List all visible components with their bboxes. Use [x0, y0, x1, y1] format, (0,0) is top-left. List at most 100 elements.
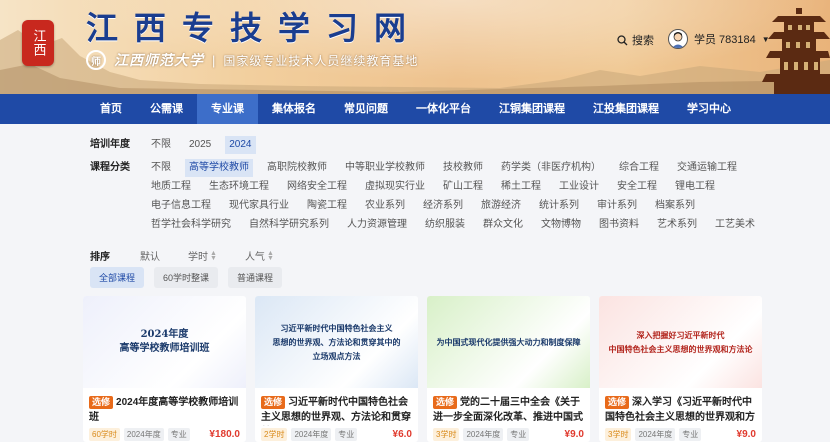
- elective-badge: 选修: [433, 396, 458, 409]
- nav-group-signup[interactable]: 集体报名: [258, 94, 330, 124]
- category-option[interactable]: 矿山工程: [439, 178, 487, 196]
- category-option[interactable]: 工艺美术: [711, 216, 759, 234]
- sort-default-label: 默认: [140, 252, 160, 263]
- user-avatar-icon: [672, 32, 684, 48]
- user-label: 学员 783184: [694, 34, 756, 46]
- year-tag: 2024年度: [463, 428, 504, 441]
- nav-integrated-platform[interactable]: 一体化平台: [402, 94, 485, 124]
- nav-faq[interactable]: 常见问题: [330, 94, 402, 124]
- category-option[interactable]: 锂电工程: [671, 178, 719, 196]
- course-card[interactable]: 为中国式现代化提供强大动力和制度保障 选修 党的二十届三中全会《关于进一步全面深化改…: [427, 296, 590, 442]
- category-option[interactable]: 旅游经济: [477, 197, 525, 215]
- course-card-list: 2024年度 高等学校教师培训班 选修 2024年度高等学校教师培训班 60学时 2024…: [83, 296, 762, 442]
- thumbnail-text: 习近平新时代中国特色社会主义: [280, 323, 393, 333]
- category-option[interactable]: 综合工程: [615, 159, 663, 177]
- chevron-down-icon: ▼: [761, 34, 770, 44]
- sort-arrows-icon: ▲ ▼: [210, 249, 217, 262]
- category-option[interactable]: 审计系列: [593, 197, 641, 215]
- course-price: ¥6.0: [392, 429, 412, 440]
- type-tag: 专业: [335, 428, 358, 441]
- category-option[interactable]: 交通运输工程: [673, 159, 741, 177]
- thumbnail-text: 深入把握好习近平新时代: [636, 330, 725, 340]
- category-filter-label: 课程分类: [90, 162, 130, 173]
- course-title: 选修习近平新时代中国特色社会主义思想的世界观、方法论和贯穿其...: [255, 388, 418, 426]
- university-bar: 师 江西师范大学 | 国家级专业技术人员继续教育基地: [86, 50, 418, 70]
- course-price: ¥180.0: [209, 429, 240, 440]
- sort-popularity[interactable]: 人气 ▲ ▼: [244, 248, 274, 264]
- nav-learning-center[interactable]: 学习中心: [673, 94, 745, 124]
- category-option[interactable]: 人力资源管理: [343, 216, 411, 234]
- category-option[interactable]: 网络安全工程: [283, 178, 351, 196]
- sort-default[interactable]: 默认: [140, 248, 160, 263]
- category-option[interactable]: 稀土工程: [497, 178, 545, 196]
- category-option[interactable]: 药学类（非医疗机构）: [497, 159, 605, 177]
- elective-badge: 选修: [261, 396, 286, 409]
- category-option[interactable]: 统计系列: [535, 197, 583, 215]
- sort-arrows-icon: ▲ ▼: [266, 249, 274, 262]
- sort-hours[interactable]: 学时 ▲ ▼: [188, 248, 217, 264]
- category-option[interactable]: 中等职业学校教师: [341, 159, 429, 177]
- nav-professional-courses[interactable]: 专业课: [197, 94, 258, 124]
- type-tag: 专业: [507, 428, 530, 441]
- category-option[interactable]: 电子信息工程: [147, 197, 215, 215]
- course-meta: 2学时 2024年度 专业 ¥6.0: [255, 426, 418, 442]
- elective-badge: 选修: [89, 396, 114, 409]
- category-option[interactable]: 虚拟现实行业: [361, 178, 429, 196]
- category-option[interactable]: 图书资料: [595, 216, 643, 234]
- hours-tag: 3学时: [433, 428, 460, 441]
- sort-bar: 排序 默认 学时 ▲ ▼ 人气 ▲ ▼: [90, 248, 302, 264]
- thumbnail-text: 立场观点方法: [312, 351, 361, 361]
- category-option[interactable]: 技校教师: [439, 159, 487, 177]
- category-option[interactable]: 艺术系列: [653, 216, 701, 234]
- category-option[interactable]: 安全工程: [613, 178, 661, 196]
- category-option[interactable]: 农业系列: [361, 197, 409, 215]
- nav-home[interactable]: 首页: [86, 94, 136, 124]
- search-link[interactable]: 搜索: [617, 32, 654, 48]
- category-option[interactable]: 高等学校教师: [185, 159, 253, 177]
- category-option[interactable]: 哲学社会科学研究: [147, 216, 235, 234]
- category-option[interactable]: 经济系列: [419, 197, 467, 215]
- course-thumbnail: 2024年度 高等学校教师培训班: [83, 296, 246, 388]
- course-meta: 3学时 2024年度 专业 ¥9.0: [599, 426, 762, 442]
- course-thumbnail: 为中国式现代化提供强大动力和制度保障: [427, 296, 590, 388]
- course-card[interactable]: 2024年度 高等学校教师培训班 选修 2024年度高等学校教师培训班 60学时 2024…: [83, 296, 246, 442]
- divider: |: [212, 52, 216, 68]
- user-menu[interactable]: 学员 783184 ▼: [668, 29, 770, 49]
- category-option[interactable]: 自然科学研究系列: [245, 216, 333, 234]
- tab-regular-courses[interactable]: 普通课程: [228, 267, 283, 288]
- search-label: 搜索: [632, 35, 654, 47]
- pagoda-illustration: [762, 8, 830, 94]
- category-option[interactable]: 纺织服装: [421, 216, 469, 234]
- category-option[interactable]: 文物博物: [537, 216, 585, 234]
- category-option[interactable]: 高职院校教师: [263, 159, 331, 177]
- year-option[interactable]: 2024: [225, 136, 256, 154]
- filter-panel: 培训年度 不限 2025 2024 课程分类 不限 高等学校教师 高职院校教师 中等职业学…: [90, 136, 790, 239]
- course-card[interactable]: 习近平新时代中国特色社会主义 思想的世界观、方法论和贯穿其中的 立场观点方法 选修 习近…: [255, 296, 418, 442]
- nav-jiangtou-courses[interactable]: 江投集团课程: [579, 94, 673, 124]
- course-thumbnail: 深入把握好习近平新时代 中国特色社会主义思想的世界观和方法论: [599, 296, 762, 388]
- year-filter-row: 培训年度 不限 2025 2024: [90, 136, 790, 155]
- course-title: 选修党的二十届三中全会《关于进一步全面深化改革、推进中国式现...: [427, 388, 590, 426]
- category-option[interactable]: 工业设计: [555, 178, 603, 196]
- category-options: 不限 高等学校教师 高职院校教师 中等职业学校教师 技校教师 药学类（非医疗机构） 综合工程…: [147, 159, 790, 235]
- nav-jiangtong-courses[interactable]: 江铜集团课程: [485, 94, 579, 124]
- category-option[interactable]: 陶瓷工程: [303, 197, 351, 215]
- sort-popularity-label: 人气: [244, 252, 265, 263]
- tab-60-hour-courses[interactable]: 60学时整课: [154, 267, 219, 288]
- category-option[interactable]: 现代家具行业: [225, 197, 293, 215]
- year-option[interactable]: 不限: [147, 136, 175, 154]
- tab-all-courses[interactable]: 全部课程: [90, 267, 145, 288]
- category-option[interactable]: 档案系列: [651, 197, 699, 215]
- category-option[interactable]: 生态环境工程: [205, 178, 273, 196]
- university-name: 江西师范大学: [114, 53, 204, 69]
- category-option[interactable]: 群众文化: [479, 216, 527, 234]
- course-price: ¥9.0: [736, 429, 756, 440]
- category-option[interactable]: 不限: [147, 159, 175, 177]
- category-option[interactable]: 地质工程: [147, 178, 195, 196]
- nav-public-courses[interactable]: 公需课: [136, 94, 197, 124]
- course-card[interactable]: 深入把握好习近平新时代 中国特色社会主义思想的世界观和方法论 选修 深入学习《习近平新…: [599, 296, 762, 442]
- site-header: 江西 江西专技学习网 师 江西师范大学 | 国家级专业技术人员继续教育基地 搜索…: [0, 0, 830, 94]
- sort-label: 排序: [90, 252, 110, 263]
- sort-hours-label: 学时: [188, 252, 208, 263]
- year-option[interactable]: 2025: [185, 136, 215, 154]
